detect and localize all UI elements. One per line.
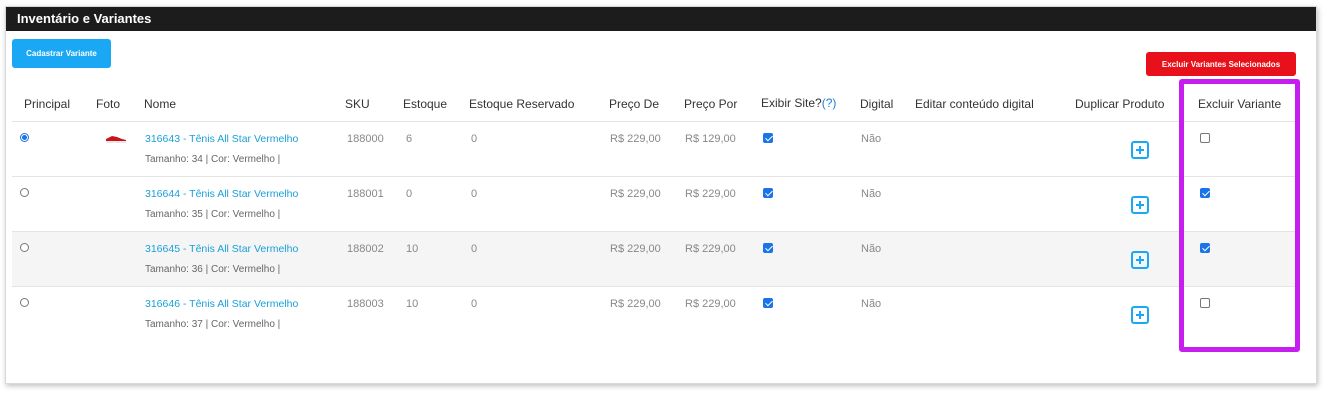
estoque-value: 0 xyxy=(406,188,413,200)
variant-name-link[interactable]: 316644 - Tênis All Star Vermelho xyxy=(145,188,298,200)
sku-value: 188003 xyxy=(347,298,384,310)
add-variant-button[interactable]: Cadastrar Variante xyxy=(12,39,111,68)
exibir-site-checkbox[interactable] xyxy=(763,188,773,198)
preco-de-value: R$ 229,00 xyxy=(610,188,661,200)
digital-value: Não xyxy=(861,133,882,145)
preco-por-value: R$ 229,00 xyxy=(685,298,736,310)
plus-square-icon[interactable] xyxy=(1131,196,1149,214)
excluir-variante-checkbox[interactable] xyxy=(1200,188,1210,198)
plus-square-icon[interactable] xyxy=(1131,306,1149,324)
col-header-excluir: Excluir Variante xyxy=(1198,97,1282,111)
col-header-estoque: Estoque xyxy=(403,97,448,111)
preco-por-value: R$ 229,00 xyxy=(685,243,736,255)
col-header-preco-por: Preço Por xyxy=(684,97,738,111)
digital-value: Não xyxy=(861,298,882,310)
preco-de-value: R$ 229,00 xyxy=(610,298,661,310)
col-header-duplicar: Duplicar Produto xyxy=(1075,97,1165,111)
estoque-reservado-value: 0 xyxy=(471,243,478,255)
col-header-sku: SKU xyxy=(345,97,370,111)
variant-attributes: Tamanho: 35 | Cor: Vermelho | xyxy=(145,209,281,220)
principal-radio[interactable] xyxy=(20,133,29,142)
plus-square-icon[interactable] xyxy=(1131,251,1149,269)
principal-radio[interactable] xyxy=(20,188,29,197)
exibir-site-checkbox[interactable] xyxy=(763,243,773,253)
plus-square-icon[interactable] xyxy=(1131,141,1149,159)
col-header-exibir-site: Exibir Site?(?) xyxy=(761,96,836,110)
preco-por-value: R$ 129,00 xyxy=(685,133,736,145)
preco-por-value: R$ 229,00 xyxy=(685,188,736,200)
estoque-value: 10 xyxy=(406,243,419,255)
exibir-site-help-link[interactable]: (?) xyxy=(822,96,837,110)
sku-value: 188002 xyxy=(347,243,384,255)
table-row: 316646 - Tênis All Star Vermelho Tamanho… xyxy=(12,286,1298,342)
preco-de-value: R$ 229,00 xyxy=(610,133,661,145)
principal-radio[interactable] xyxy=(20,298,29,307)
variant-name-link[interactable]: 316645 - Tênis All Star Vermelho xyxy=(145,243,298,255)
variant-attributes: Tamanho: 34 | Cor: Vermelho | xyxy=(145,154,281,165)
delete-selected-variants-button[interactable]: Excluir Variantes Selecionados xyxy=(1146,52,1296,76)
table-row: 316645 - Tênis All Star Vermelho Tamanho… xyxy=(12,231,1298,287)
digital-value: Não xyxy=(861,243,882,255)
col-header-estoque-reservado: Estoque Reservado xyxy=(469,97,575,111)
inventory-panel: Inventário e Variantes Cadastrar Variant… xyxy=(5,6,1317,384)
col-header-nome: Nome xyxy=(144,97,177,111)
sku-value: 188001 xyxy=(347,188,384,200)
col-header-principal: Principal xyxy=(24,97,71,111)
excluir-variante-checkbox[interactable] xyxy=(1200,133,1210,143)
estoque-reservado-value: 0 xyxy=(471,298,478,310)
col-header-digital: Digital xyxy=(860,97,894,111)
preco-de-value: R$ 229,00 xyxy=(610,243,661,255)
exibir-site-label: Exibir Site? xyxy=(761,96,822,110)
sku-value: 188000 xyxy=(347,133,384,145)
table-row: 316644 - Tênis All Star Vermelho Tamanho… xyxy=(12,176,1298,232)
table-row: 316643 - Tênis All Star Vermelho Tamanho… xyxy=(12,121,1298,177)
shoe-thumbnail xyxy=(106,136,126,143)
panel-title: Inventário e Variantes xyxy=(6,7,1316,31)
exibir-site-checkbox[interactable] xyxy=(763,298,773,308)
excluir-variante-checkbox[interactable] xyxy=(1200,298,1210,308)
estoque-reservado-value: 0 xyxy=(471,188,478,200)
principal-radio[interactable] xyxy=(20,243,29,252)
col-header-editar-digital: Editar conteúdo digital xyxy=(915,97,1034,111)
exibir-site-checkbox[interactable] xyxy=(763,133,773,143)
col-header-foto: Foto xyxy=(96,97,121,111)
variant-name-link[interactable]: 316643 - Tênis All Star Vermelho xyxy=(145,133,298,145)
excluir-variante-checkbox[interactable] xyxy=(1200,243,1210,253)
digital-value: Não xyxy=(861,188,882,200)
estoque-reservado-value: 0 xyxy=(471,133,478,145)
estoque-value: 6 xyxy=(406,133,413,145)
estoque-value: 10 xyxy=(406,298,419,310)
variant-attributes: Tamanho: 37 | Cor: Vermelho | xyxy=(145,319,281,330)
variant-attributes: Tamanho: 36 | Cor: Vermelho | xyxy=(145,264,281,275)
col-header-preco-de: Preço De xyxy=(609,97,660,111)
variant-name-link[interactable]: 316646 - Tênis All Star Vermelho xyxy=(145,298,298,310)
